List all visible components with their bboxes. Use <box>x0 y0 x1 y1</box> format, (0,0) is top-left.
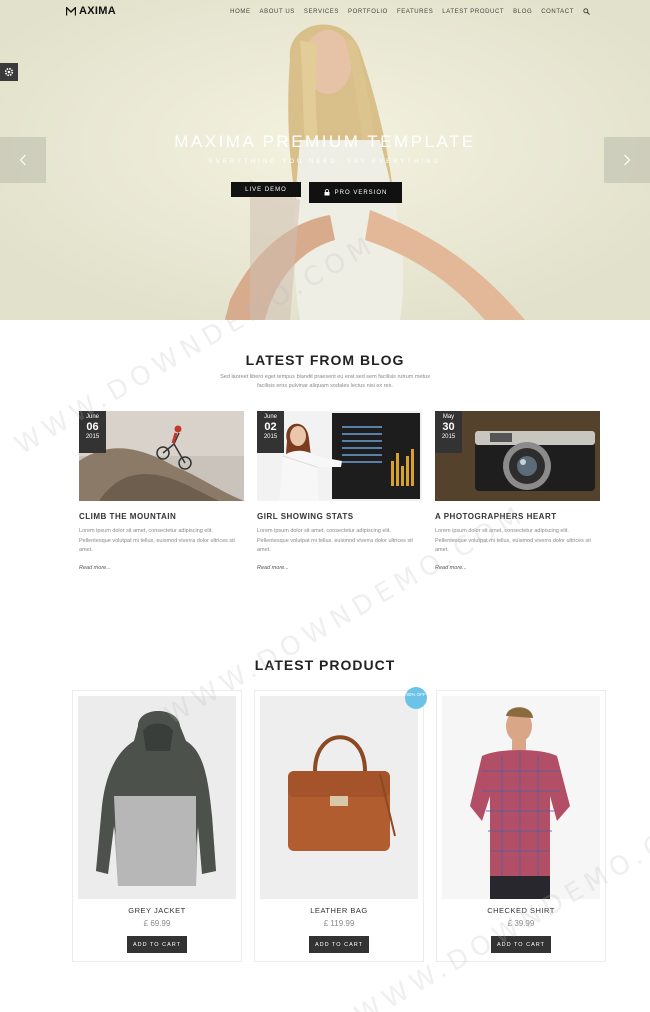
read-more-link[interactable]: Read more... <box>257 565 422 571</box>
post-date-badge: May 30 2015 <box>435 411 462 453</box>
grey-jacket-image <box>78 696 236 899</box>
search-icon[interactable] <box>583 8 590 15</box>
product-name[interactable]: GREY JACKET <box>73 906 241 915</box>
blog-post-excerpt: Lorem ipsum dolor sit amet, consectetur … <box>257 528 413 553</box>
add-to-cart-button[interactable]: ADD TO CART <box>491 936 551 953</box>
post-date-badge: June 06 2015 <box>79 411 106 453</box>
blog-post: May 30 2015 A PHOTOGRAPHERS HEART Lorem … <box>435 411 600 571</box>
blog-post-image[interactable]: May 30 2015 <box>435 411 600 501</box>
logo-m-icon <box>66 6 76 15</box>
product-section-title: LATEST PRODUCT <box>254 657 396 673</box>
blog-post-excerpt: Lorem ipsum dolor sit amet, consectetur … <box>435 528 591 553</box>
logo-text: AXIMA <box>79 5 116 17</box>
live-demo-button[interactable]: LIVE DEMO <box>231 182 301 197</box>
nav-services[interactable]: SERVICES <box>304 9 339 15</box>
pro-version-button[interactable]: PRO VERSION <box>309 182 402 203</box>
blog-post: June 06 2015 CLIMB THE MOUNTAIN Lorem ip… <box>79 411 244 571</box>
date-year: 2015 <box>263 434 278 440</box>
date-day: 02 <box>264 421 277 433</box>
product-image[interactable] <box>442 696 600 899</box>
product-price: £ 39.99 <box>507 919 535 928</box>
hero-subtitle: EVERYTHING YOU NEED, SAY EVERYTHING <box>208 159 442 165</box>
pro-version-label: PRO VERSION <box>334 189 388 196</box>
date-day: 30 <box>442 421 455 433</box>
product-card: GREY JACKET £ 69.99 ADD TO CART <box>72 690 242 962</box>
product-name[interactable]: CHECKED SHIRT <box>437 906 605 915</box>
product-price: £ 69.99 <box>143 919 171 928</box>
gear-icon <box>4 67 14 77</box>
sale-badge: 80% OFF <box>405 687 427 709</box>
date-year: 2015 <box>85 434 100 440</box>
lock-icon <box>324 189 330 196</box>
nav-blog[interactable]: BLOG <box>513 9 532 15</box>
read-more-link[interactable]: Read more... <box>79 565 244 571</box>
blog-post-title[interactable]: A PHOTOGRAPHERS HEART <box>435 512 600 521</box>
product-name[interactable]: LEATHER BAG <box>255 906 423 915</box>
read-more-link[interactable]: Read more... <box>435 565 600 571</box>
product-card: CHECKED SHIRT £ 39.99 ADD TO CART <box>436 690 606 962</box>
blog-section-title: LATEST FROM BLOG <box>245 352 405 368</box>
settings-toggle-button[interactable] <box>0 63 18 81</box>
nav-portfolio[interactable]: PORTFOLIO <box>348 9 388 15</box>
add-to-cart-button[interactable]: ADD TO CART <box>309 936 369 953</box>
blog-post: June 02 2015 GIRL SHOWING STATS Lorem ip… <box>257 411 422 571</box>
product-price: £ 119.99 <box>323 919 355 928</box>
product-image[interactable] <box>78 696 236 899</box>
blog-post-image[interactable]: June 02 2015 <box>257 411 422 501</box>
product-card: 80% OFF LEATHER BAG £ 119.99 ADD TO CART <box>254 687 427 962</box>
blog-post-image[interactable]: June 06 2015 <box>79 411 244 501</box>
add-to-cart-button[interactable]: ADD TO CART <box>127 936 187 953</box>
nav-home[interactable]: HOME <box>230 9 250 15</box>
site-logo[interactable]: AXIMA <box>66 5 116 17</box>
nav-features[interactable]: FEATURES <box>397 9 433 15</box>
blog-intro-text: Sed laoreet libero eget tempus blandit p… <box>220 374 430 389</box>
product-image[interactable] <box>260 696 418 899</box>
date-year: 2015 <box>441 434 456 440</box>
nav-latest-product[interactable]: LATEST PRODUCT <box>442 9 504 15</box>
top-navbar: AXIMA HOME ABOUT US SERVICES PORTFOLIO F… <box>0 0 650 24</box>
blog-post-title[interactable]: GIRL SHOWING STATS <box>257 512 422 521</box>
blog-post-excerpt: Lorem ipsum dolor sit amet, consectetur … <box>79 528 235 553</box>
hero-slider: AXIMA HOME ABOUT US SERVICES PORTFOLIO F… <box>0 0 650 320</box>
post-date-badge: June 02 2015 <box>257 411 284 453</box>
main-nav: HOME ABOUT US SERVICES PORTFOLIO FEATURE… <box>230 8 590 15</box>
date-day: 06 <box>86 421 99 433</box>
checked-shirt-image <box>442 696 600 899</box>
leather-bag-image <box>260 696 418 899</box>
hero-title: MAXIMA PREMIUM TEMPLATE <box>174 132 476 151</box>
nav-about-us[interactable]: ABOUT US <box>260 9 295 15</box>
blog-post-title[interactable]: CLIMB THE MOUNTAIN <box>79 512 244 521</box>
nav-contact[interactable]: CONTACT <box>541 9 574 15</box>
